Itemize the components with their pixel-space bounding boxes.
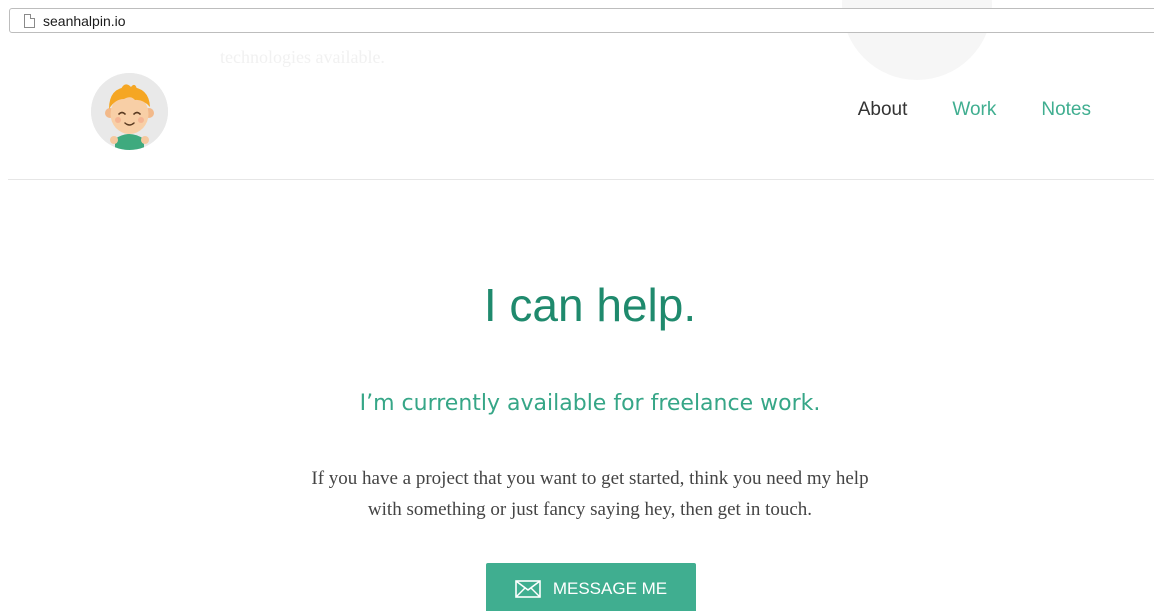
address-bar[interactable]: seanhalpin.io bbox=[9, 8, 1154, 33]
site-header: About Work Notes bbox=[0, 33, 1154, 180]
url-text[interactable]: seanhalpin.io bbox=[43, 13, 126, 29]
hero-title: I can help. bbox=[483, 279, 697, 331]
envelope-icon bbox=[515, 580, 541, 598]
message-me-button[interactable]: MESSAGE ME bbox=[486, 563, 696, 611]
page: technologies available. seanhalpin.io Ab… bbox=[0, 0, 1154, 611]
main-nav: About Work Notes bbox=[858, 99, 1091, 121]
nav-work[interactable]: Work bbox=[952, 99, 996, 121]
nav-about[interactable]: About bbox=[858, 99, 908, 121]
hero-subtitle: I’m currently available for freelance wo… bbox=[359, 391, 821, 416]
cartoon-boy-avatar-icon bbox=[91, 73, 168, 150]
hero-body: If you have a project that you want to g… bbox=[0, 463, 1154, 525]
nav-notes[interactable]: Notes bbox=[1041, 99, 1091, 121]
hero-body-line-2: with something or just fancy saying hey,… bbox=[367, 499, 813, 520]
message-me-label: MESSAGE ME bbox=[552, 579, 668, 598]
avatar[interactable] bbox=[91, 73, 168, 150]
header-divider bbox=[8, 179, 1154, 180]
page-icon bbox=[24, 14, 35, 28]
hero-body-line-1: If you have a project that you want to g… bbox=[311, 468, 869, 489]
